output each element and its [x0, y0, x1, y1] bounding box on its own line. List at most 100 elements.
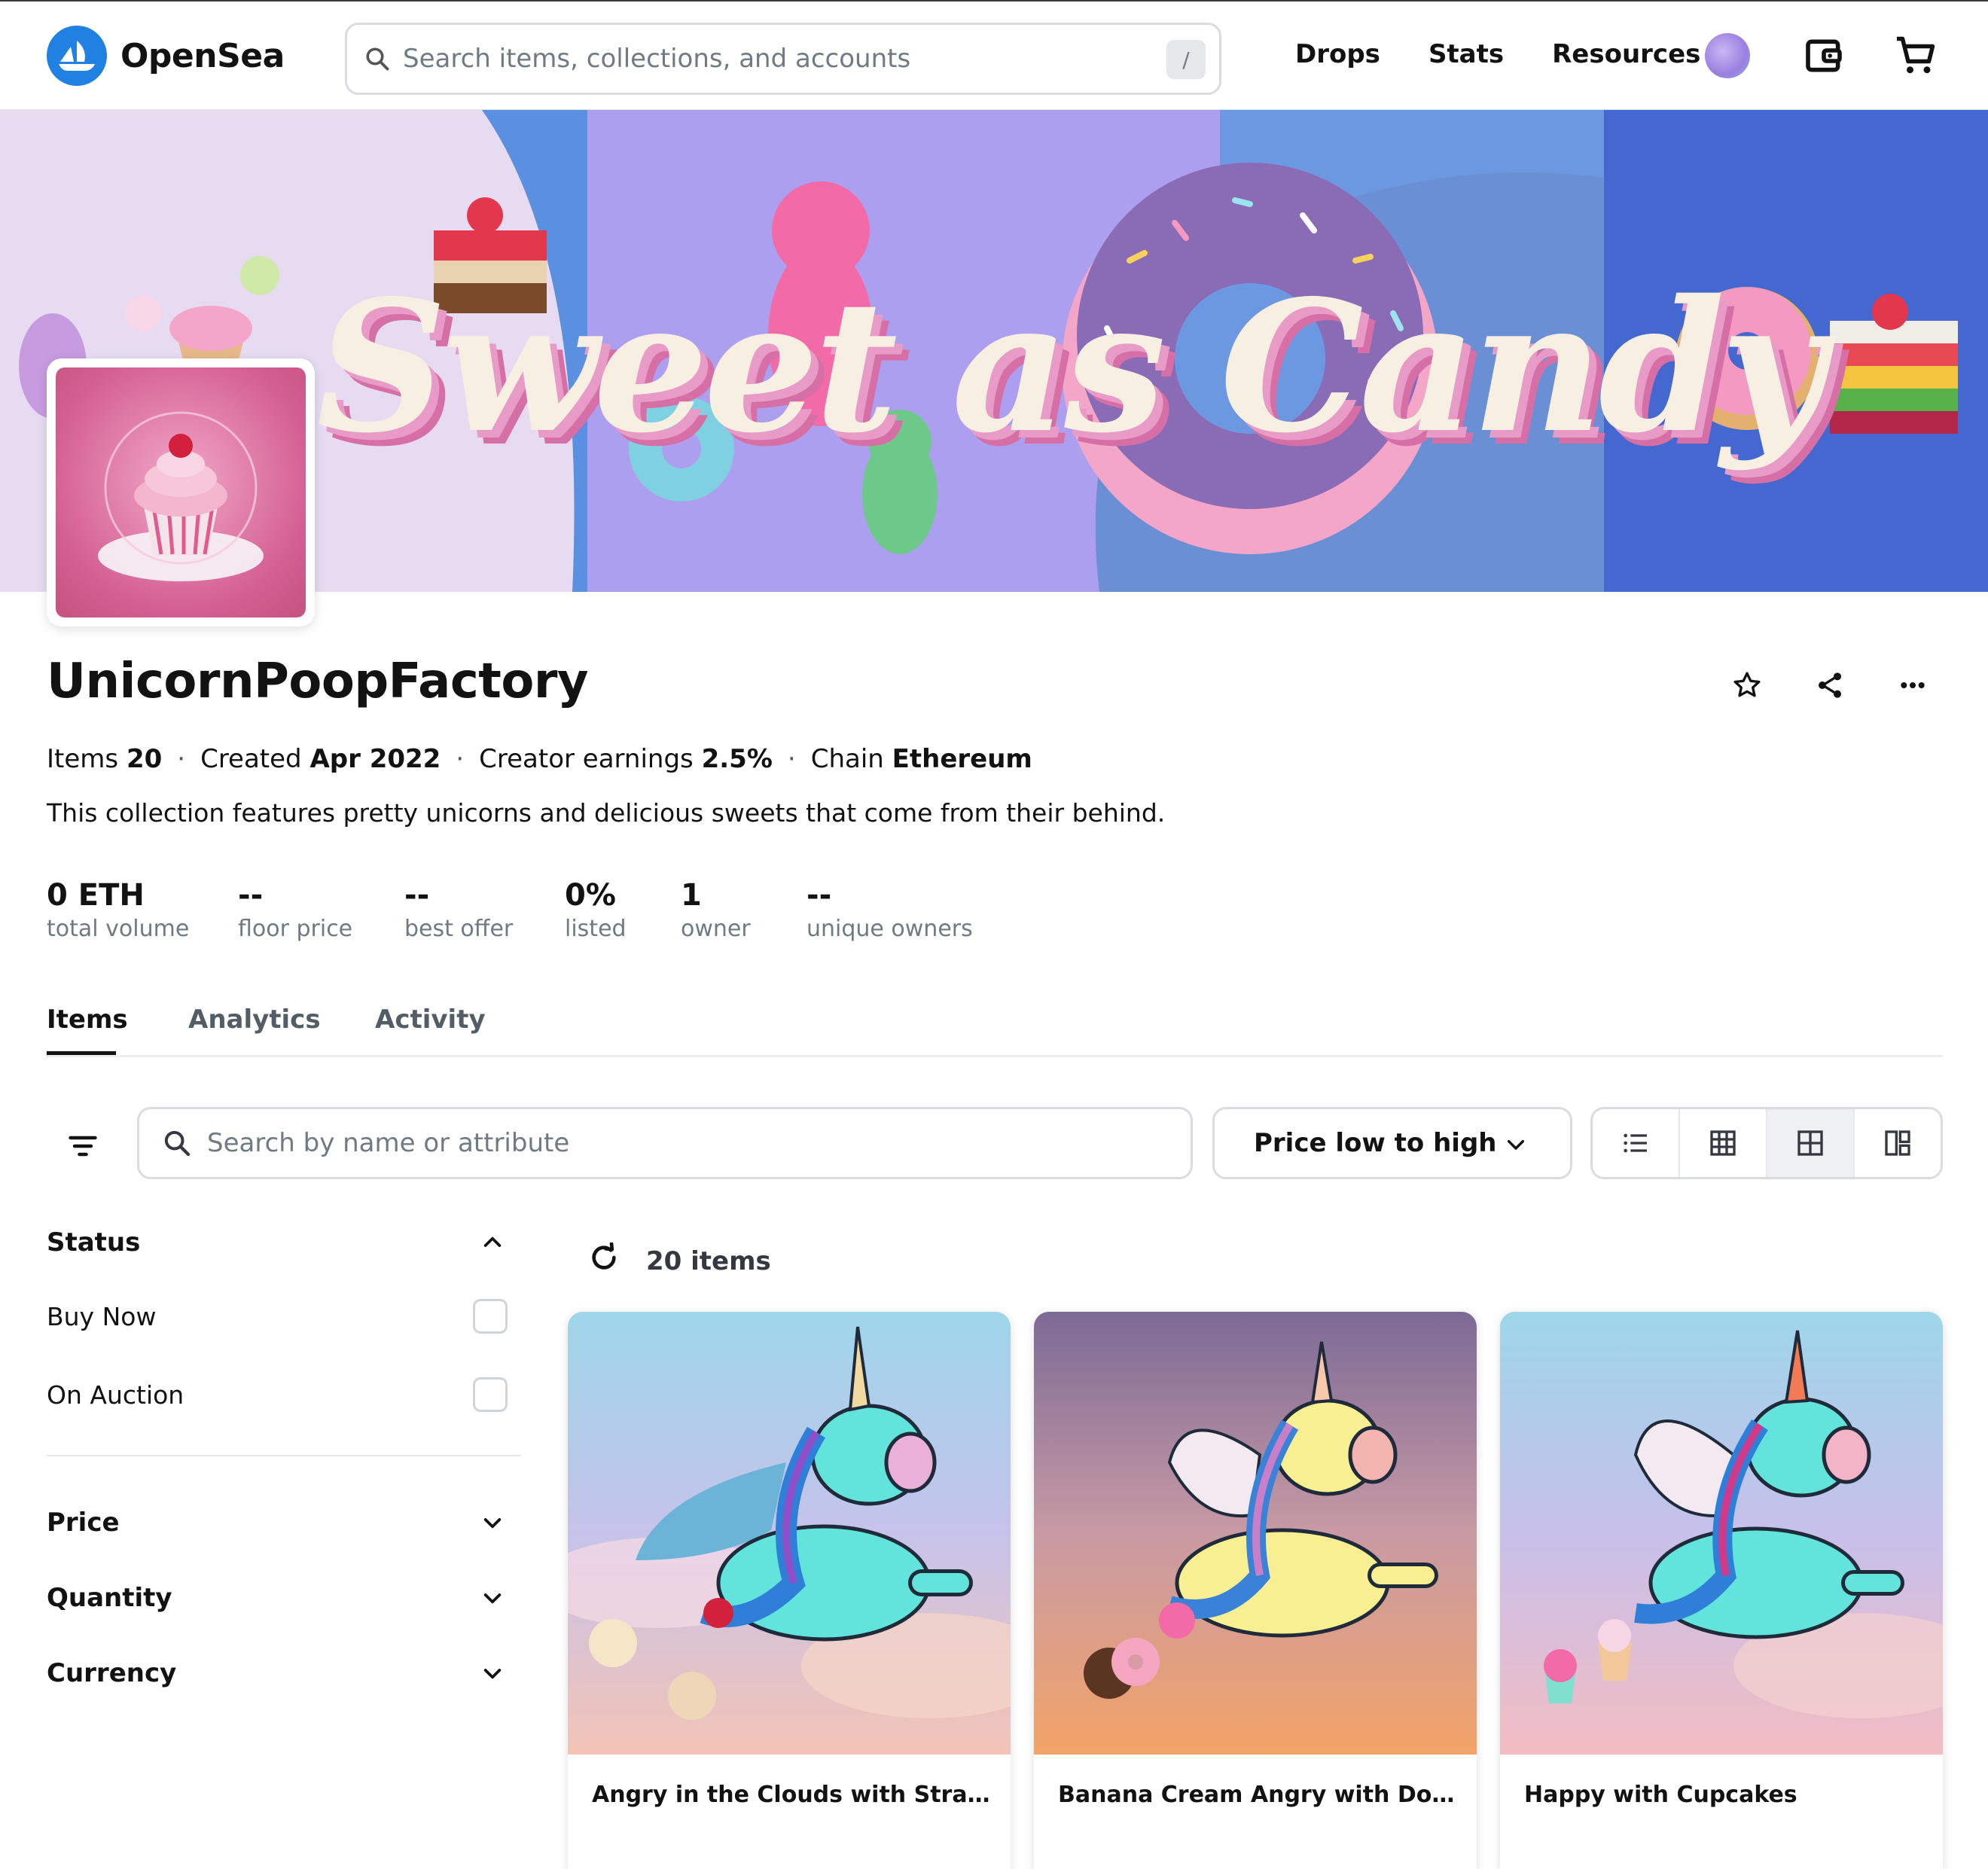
- quantity-filter-header[interactable]: Quantity: [47, 1560, 521, 1636]
- user-avatar[interactable]: [1705, 33, 1750, 78]
- brand-name: OpenSea: [120, 36, 285, 75]
- collection-description: This collection features pretty unicorns…: [47, 798, 1166, 828]
- stat-best-offer: -- best offer: [404, 878, 565, 942]
- meta-chain-value: Ethereum: [892, 744, 1032, 774]
- top-navigation-bar: OpenSea Search items, collections, and a…: [0, 0, 1988, 110]
- status-option-buy-now[interactable]: Buy Now: [47, 1277, 521, 1355]
- sort-selected-value: Price low to high: [1254, 1128, 1497, 1158]
- more-options-icon[interactable]: [1898, 670, 1928, 703]
- collection-meta: Items 20 · Created Apr 2022 · Creator ea…: [47, 744, 1032, 774]
- collection-tabs: Items Analytics Activity: [47, 1005, 1943, 1057]
- chevron-down-icon: [1507, 1139, 1525, 1150]
- stat-label: owner: [681, 916, 751, 942]
- dense-grid-icon: [1710, 1130, 1736, 1156]
- stat-label: best offer: [404, 916, 514, 942]
- stat-value: --: [238, 878, 264, 913]
- status-option-label: On Auction: [47, 1380, 184, 1410]
- stat-floor-price: -- floor price: [238, 878, 404, 942]
- item-search-input[interactable]: Search by name or attribute: [137, 1107, 1193, 1179]
- collection-name: UnicornPoopFactory: [47, 654, 589, 709]
- nft-card[interactable]: Banana Cream Angry with Donuts: [1034, 1312, 1477, 1869]
- tab-analytics[interactable]: Analytics: [188, 1005, 321, 1035]
- chevron-down-icon: [477, 1661, 508, 1685]
- sidebar-divider: [47, 1455, 521, 1456]
- status-filter-title: Status: [47, 1227, 141, 1258]
- banner-title: Sweet as Candy: [316, 261, 1825, 473]
- nft-card[interactable]: Angry in the Clouds with Strawberri...: [568, 1312, 1011, 1869]
- meta-created-value: Apr 2022: [309, 744, 441, 774]
- status-filter-header[interactable]: Status: [47, 1220, 521, 1265]
- refresh-icon[interactable]: [589, 1242, 619, 1279]
- meta-created-label: Created: [200, 744, 302, 774]
- stat-unique-owners: -- unique owners: [806, 878, 1002, 942]
- on-auction-checkbox[interactable]: [473, 1377, 508, 1412]
- collection-avatar: [47, 358, 315, 627]
- chevron-up-icon: [477, 1230, 508, 1255]
- items-results-header: 20 items: [589, 1242, 771, 1279]
- stat-owner: 1 owner: [681, 878, 806, 942]
- status-option-label: Buy Now: [47, 1301, 157, 1331]
- nft-card-title: Happy with Cupcakes: [1524, 1782, 1797, 1808]
- nft-card-title: Banana Cream Angry with Donuts: [1058, 1782, 1457, 1808]
- view-mode-toggle: [1590, 1107, 1943, 1179]
- opensea-ship-icon: [47, 26, 107, 86]
- meta-earnings-value: 2.5%: [701, 744, 773, 774]
- nft-card-image: [1034, 1312, 1477, 1755]
- sort-dropdown[interactable]: Price low to high: [1212, 1107, 1572, 1179]
- chevron-down-icon: [477, 1586, 508, 1610]
- star-icon[interactable]: [1732, 670, 1762, 703]
- stat-total-volume: 0 ETH total volume: [47, 878, 238, 942]
- opensea-logo[interactable]: OpenSea: [47, 26, 285, 86]
- tab-activity[interactable]: Activity: [375, 1005, 486, 1035]
- dense-grid-view-button[interactable]: [1680, 1109, 1767, 1177]
- cart-icon[interactable]: [1893, 33, 1938, 81]
- stat-value: --: [404, 878, 430, 913]
- grid-view-button[interactable]: [1767, 1109, 1855, 1177]
- meta-separator: ·: [456, 744, 465, 774]
- stat-label: unique owners: [806, 916, 973, 942]
- list-view-button[interactable]: [1593, 1109, 1680, 1177]
- filter-icon: [69, 1136, 97, 1157]
- global-search-placeholder: Search items, collections, and accounts: [403, 44, 911, 74]
- search-shortcut-key: /: [1166, 40, 1206, 79]
- stat-label: listed: [565, 916, 627, 942]
- meta-chain-label: Chain: [810, 744, 884, 774]
- meta-separator: ·: [177, 744, 186, 774]
- chevron-down-icon: [477, 1511, 508, 1535]
- search-icon: [366, 47, 389, 71]
- stat-value: 0 ETH: [47, 878, 145, 913]
- list-view-icon: [1624, 1133, 1647, 1153]
- price-filter-header[interactable]: Price: [47, 1485, 521, 1560]
- nft-card-title: Angry in the Clouds with Strawberri...: [592, 1782, 991, 1808]
- collection-actions: [1732, 670, 1928, 703]
- stat-value: --: [806, 878, 832, 913]
- tab-items[interactable]: Items: [47, 1005, 128, 1035]
- nft-card[interactable]: Happy with Cupcakes: [1500, 1312, 1943, 1869]
- meta-earnings-label: Creator earnings: [479, 744, 694, 774]
- filters-sidebar: Status Buy Now On Auction Price Quantity…: [47, 1220, 521, 1711]
- masonry-view-button[interactable]: [1855, 1109, 1941, 1177]
- nav-stats[interactable]: Stats: [1428, 39, 1504, 69]
- meta-separator: ·: [787, 744, 796, 774]
- collection-stats: 0 ETH total volume -- floor price -- bes…: [47, 878, 1002, 942]
- wallet-icon[interactable]: [1803, 35, 1845, 80]
- nav-resources[interactable]: Resources: [1552, 39, 1700, 69]
- meta-items-value: 20: [126, 744, 163, 774]
- quantity-filter-title: Quantity: [47, 1583, 172, 1613]
- filter-toggle-button[interactable]: [59, 1122, 107, 1170]
- status-option-on-auction[interactable]: On Auction: [47, 1355, 521, 1434]
- currency-filter-header[interactable]: Currency: [47, 1636, 521, 1711]
- stat-label: floor price: [238, 916, 353, 942]
- masonry-icon: [1885, 1130, 1910, 1156]
- main-nav: Drops Stats Resources: [1295, 39, 1700, 69]
- nft-card-image: [1500, 1312, 1943, 1755]
- item-search-placeholder: Search by name or attribute: [207, 1128, 570, 1158]
- stat-label: total volume: [47, 916, 190, 942]
- items-count: 20 items: [646, 1245, 771, 1276]
- search-icon: [164, 1130, 191, 1157]
- share-icon[interactable]: [1815, 670, 1845, 703]
- buy-now-checkbox[interactable]: [473, 1299, 508, 1334]
- nav-drops[interactable]: Drops: [1295, 39, 1380, 69]
- cupcake-artwork: [56, 367, 306, 617]
- global-search-input[interactable]: Search items, collections, and accounts …: [345, 23, 1221, 95]
